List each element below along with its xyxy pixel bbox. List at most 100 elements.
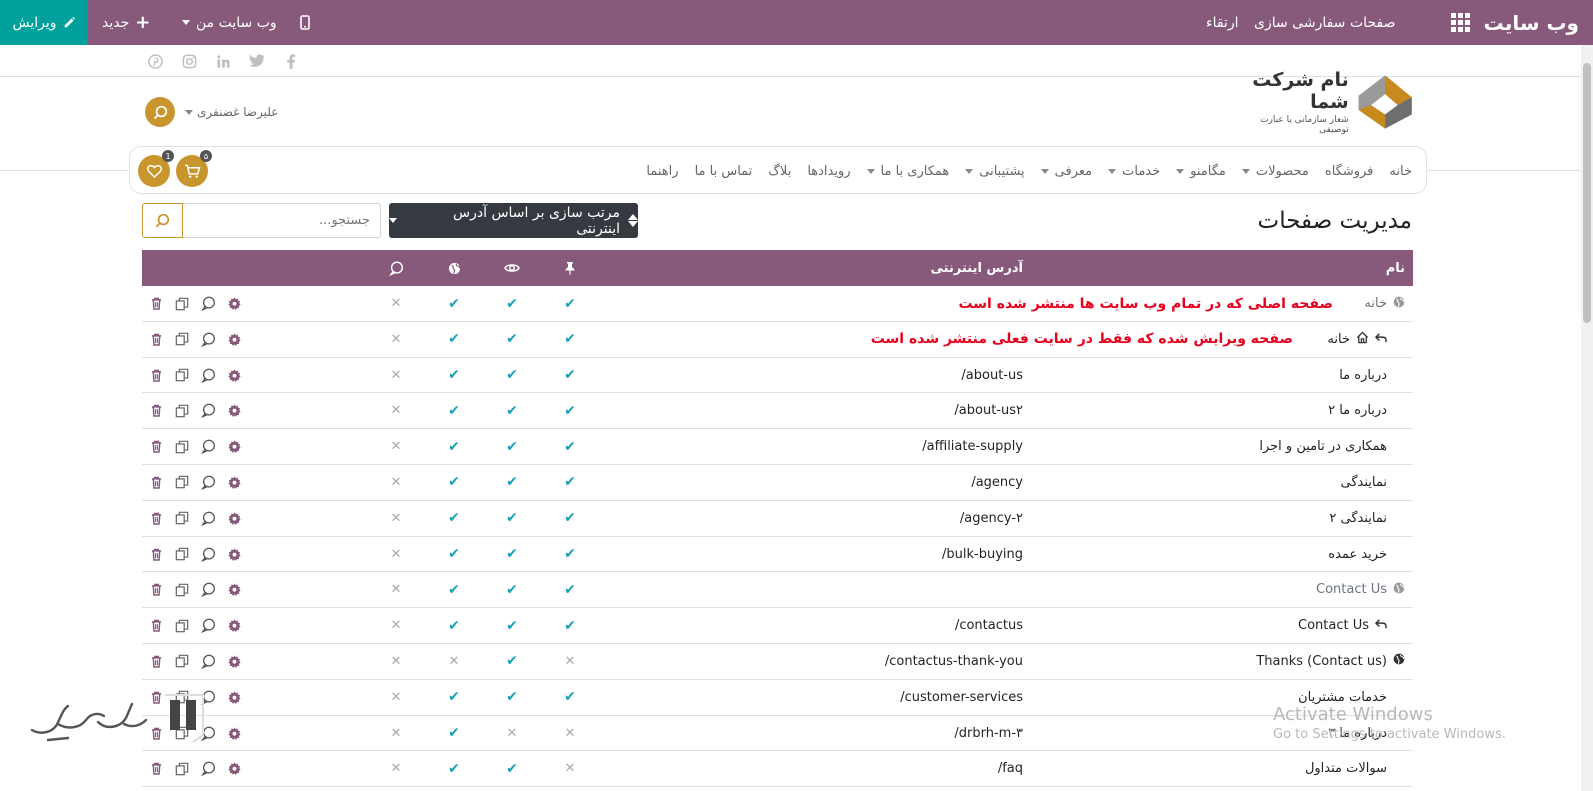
cell-url[interactable]: /faq: [663, 751, 1023, 786]
search-button[interactable]: [142, 203, 183, 238]
pinterest-icon[interactable]: [145, 51, 165, 71]
trash-icon[interactable]: [148, 331, 164, 347]
table-row[interactable]: Thanks (Contact us) /contactus-thank-you ✕…: [142, 644, 1413, 680]
comment-icon[interactable]: [200, 403, 216, 419]
table-row[interactable]: درباره ما ۲/about-us۲ ✔ ✔ ✔ ✕: [142, 393, 1413, 430]
nav-item-10[interactable]: تماس با ما: [695, 164, 753, 179]
cell-name[interactable]: نمایندگی: [1033, 465, 1413, 500]
nav-item-5[interactable]: معرفی: [1040, 164, 1092, 179]
cell-name[interactable]: Contact Us: [1033, 608, 1413, 643]
globe-icon[interactable]: [442, 250, 466, 286]
table-row[interactable]: درباره ما ۳/drbrh-m-۳ ✕ ✕ ✔ ✕: [142, 716, 1413, 752]
gear-icon[interactable]: [226, 510, 242, 526]
trash-icon[interactable]: [148, 403, 164, 419]
clone-icon[interactable]: [174, 403, 190, 419]
topbar-menu-customize[interactable]: سفارشی سازی: [1254, 0, 1345, 45]
table-row[interactable]: خدمات مشتریان/customer-services ✔ ✔ ✔ ✕: [142, 680, 1413, 716]
cell-url[interactable]: /about-us۲: [663, 393, 1023, 428]
company-logo[interactable]: نام شرکت شما شعار سازمانی یا عبارت توصیف…: [1238, 66, 1413, 138]
comment-icon[interactable]: [200, 653, 216, 669]
table-row[interactable]: نمایندگی ۲/agency-۲ ✔ ✔ ✔ ✕: [142, 501, 1413, 537]
table-row[interactable]: سوالات متداول/faq ✕ ✔ ✔ ✕: [142, 751, 1413, 788]
clone-icon[interactable]: [174, 582, 190, 598]
nav-item-7[interactable]: همکاری با ما: [866, 164, 949, 179]
table-row[interactable]: خانه صفحه ویرایش شده که فقط در سایت فعلی …: [142, 322, 1413, 358]
cell-url[interactable]: /customer-services: [663, 680, 1023, 715]
trash-icon[interactable]: [148, 653, 164, 669]
trash-icon[interactable]: [148, 439, 164, 455]
nav-item-8[interactable]: رویدادها: [807, 164, 850, 179]
instagram-icon[interactable]: [179, 51, 199, 71]
gear-icon[interactable]: [226, 689, 242, 705]
user-menu[interactable]: علیرضا غضنفری: [185, 105, 278, 119]
trash-icon[interactable]: [148, 367, 164, 383]
edit-button[interactable]: ویرایش: [0, 0, 88, 45]
gear-icon[interactable]: [226, 296, 242, 312]
cell-url[interactable]: /agency-۲: [663, 501, 1023, 536]
sort-dropdown-button[interactable]: مرتب سازی بر اساس آدرس اینترنتی: [389, 203, 638, 238]
comment-icon[interactable]: [200, 331, 216, 347]
trash-icon[interactable]: [148, 474, 164, 490]
nav-item-11[interactable]: راهنما: [646, 164, 678, 179]
trash-icon[interactable]: [148, 582, 164, 598]
cell-url[interactable]: /drbrh-m-۳: [663, 716, 1023, 751]
comment-icon[interactable]: [200, 367, 216, 383]
gear-icon[interactable]: [226, 474, 242, 490]
header-url[interactable]: آدرس اینترنتی: [931, 250, 1023, 286]
facebook-icon[interactable]: [281, 51, 301, 71]
gear-icon[interactable]: [226, 582, 242, 598]
pin-icon[interactable]: [558, 250, 582, 286]
cell-name[interactable]: همکاری در تامین و اجرا: [1033, 429, 1413, 464]
nav-item-2[interactable]: محصولات: [1241, 164, 1309, 179]
gear-icon[interactable]: [226, 725, 242, 741]
nav-item-6[interactable]: پشتیبانی: [965, 164, 1025, 179]
nav-item-4[interactable]: خدمات: [1108, 164, 1160, 179]
cell-url[interactable]: /bulk-buying: [663, 537, 1023, 572]
table-row[interactable]: Contact Us ✔ ✔ ✔ ✕: [142, 572, 1413, 609]
cell-url[interactable]: /contactus: [663, 608, 1023, 643]
trash-icon[interactable]: [148, 296, 164, 312]
gear-icon[interactable]: [226, 546, 242, 562]
table-row[interactable]: همکاری در تامین و اجرا/affiliate-supply ✔…: [142, 429, 1413, 465]
cell-url[interactable]: /contactus-thank-you: [663, 644, 1023, 679]
comment-icon[interactable]: [200, 474, 216, 490]
nav-item-1[interactable]: فروشگاه: [1325, 164, 1374, 179]
trash-icon[interactable]: [148, 546, 164, 562]
table-row[interactable]: خرید عمده/bulk-buying ✔ ✔ ✔ ✕: [142, 537, 1413, 573]
scrollbar-thumb[interactable]: [1583, 63, 1591, 323]
topbar-menu-pages[interactable]: صفحات: [1350, 0, 1395, 45]
clone-icon[interactable]: [174, 653, 190, 669]
clone-icon[interactable]: [174, 474, 190, 490]
clone-icon[interactable]: [174, 510, 190, 526]
cell-name[interactable]: درباره ما ۲: [1033, 393, 1413, 428]
cell-name[interactable]: نمایندگی ۲: [1033, 501, 1413, 536]
comment-icon[interactable]: [200, 546, 216, 562]
nav-item-3[interactable]: مگامنو: [1176, 164, 1226, 179]
comment-icon[interactable]: [384, 250, 408, 286]
clone-icon[interactable]: [174, 546, 190, 562]
comment-icon[interactable]: [200, 761, 216, 777]
cart-button[interactable]: ۵: [176, 150, 212, 187]
gear-icon[interactable]: [226, 618, 242, 634]
comment-icon[interactable]: [200, 296, 216, 312]
new-button[interactable]: جدید +: [102, 0, 150, 45]
clone-icon[interactable]: [174, 367, 190, 383]
comment-icon[interactable]: [200, 582, 216, 598]
cell-url[interactable]: /about-us: [663, 358, 1023, 393]
cell-url[interactable]: /agency: [663, 465, 1023, 500]
linkedin-icon[interactable]: [213, 51, 233, 71]
my-site-dropdown[interactable]: وب سایت من: [182, 0, 277, 45]
table-row[interactable]: خانه صفحه اصلی که در تمام وب سایت ها منتش…: [142, 286, 1413, 322]
gear-icon[interactable]: [226, 367, 242, 383]
clone-icon[interactable]: [174, 331, 190, 347]
table-row[interactable]: Contact Us/contactus ✔ ✔ ✔ ✕: [142, 608, 1413, 644]
trash-icon[interactable]: [148, 510, 164, 526]
table-row[interactable]: درباره ما/about-us ✔ ✔ ✔ ✕: [142, 358, 1413, 394]
cell-name[interactable]: سوالات متداول: [1033, 751, 1413, 786]
search-toggle-button[interactable]: [145, 97, 175, 127]
cell-name[interactable]: خرید عمده: [1033, 537, 1413, 572]
header-name[interactable]: نام: [1386, 250, 1405, 286]
gear-icon[interactable]: [226, 403, 242, 419]
comment-icon[interactable]: [200, 439, 216, 455]
nav-item-0[interactable]: خانه: [1389, 164, 1412, 179]
